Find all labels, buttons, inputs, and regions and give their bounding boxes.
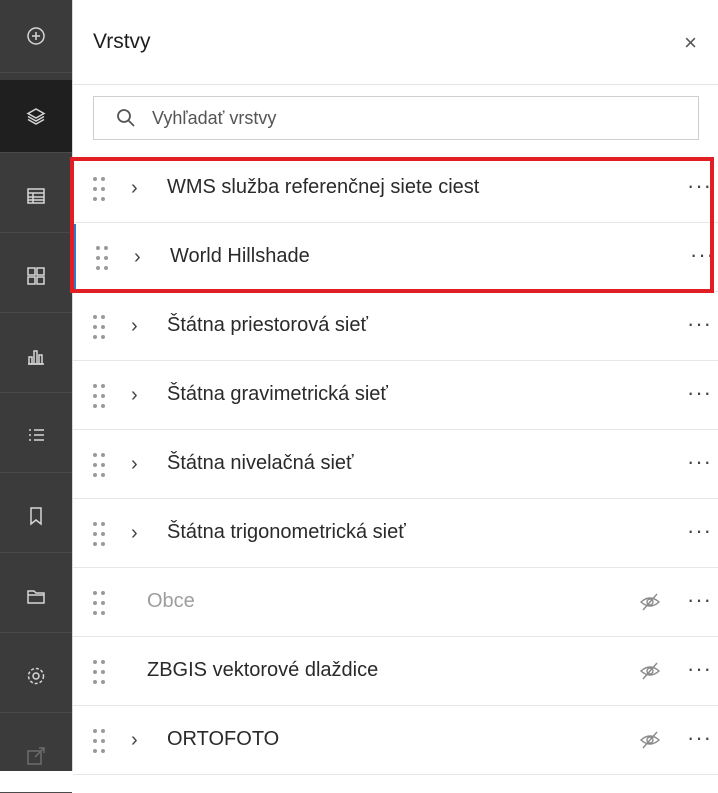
chevron-right-icon[interactable]: › (131, 453, 138, 476)
action-rail (0, 0, 72, 793)
settings-icon (27, 667, 45, 685)
layers-panel: Vrstvy × ›WMS služba referenčnej siete c… (72, 0, 718, 775)
layer-row[interactable]: Obce ··· (73, 569, 718, 637)
layer-name: Štátna nivelačná sieť (167, 452, 354, 474)
more-options-button[interactable]: ··· (687, 449, 712, 475)
share-icon (27, 747, 45, 765)
layer-name: Štátna trigonometrická sieť (167, 521, 406, 543)
drag-handle-icon[interactable] (93, 591, 105, 615)
layer-row[interactable]: › ORTOFOTO ··· (73, 707, 718, 775)
more-options-button[interactable]: ··· (687, 725, 712, 751)
search-icon (117, 109, 135, 127)
visibility-hidden-icon[interactable] (639, 591, 661, 613)
layer-row[interactable]: › Štátna gravimetrická sieť ··· (73, 362, 718, 430)
legend-icon (29, 429, 44, 441)
drag-handle-icon[interactable] (93, 729, 105, 753)
more-options-button[interactable]: ··· (687, 518, 712, 544)
highlight-box (70, 157, 714, 293)
layer-name: ORTOFOTO (167, 728, 280, 750)
visibility-hidden-icon[interactable] (639, 660, 661, 682)
drag-handle-icon[interactable] (93, 453, 105, 477)
rail-button-folder[interactable] (0, 560, 72, 633)
layer-name: Štátna gravimetrická sieť (167, 383, 388, 405)
layer-row[interactable]: › Štátna nivelačná sieť ··· (73, 431, 718, 499)
layer-row[interactable]: › Štátna priestorová sieť ··· (73, 293, 718, 361)
search-box[interactable] (93, 96, 699, 140)
table-icon (27, 188, 45, 204)
drag-handle-icon[interactable] (93, 522, 105, 546)
more-options-button[interactable]: ··· (687, 380, 712, 406)
layer-name: Štátna priestorová sieť (167, 314, 368, 336)
drag-handle-icon[interactable] (93, 384, 105, 408)
rail-button-share[interactable] (0, 720, 72, 793)
rail-button-basemap-gallery[interactable] (0, 240, 72, 313)
app-window: Vrstvy × ›WMS služba referenčnej siete c… (0, 0, 718, 793)
drag-handle-icon[interactable] (93, 660, 105, 684)
layer-row[interactable]: ZBGIS vektorové dlaždice ··· (73, 638, 718, 706)
layer-row[interactable]: › Štátna trigonometrická sieť ··· (73, 500, 718, 568)
chevron-right-icon[interactable]: › (131, 384, 138, 407)
bookmark-icon (30, 507, 42, 526)
chart-icon (28, 350, 44, 365)
layers-icon (26, 108, 46, 125)
rail-button-add[interactable] (0, 0, 72, 73)
chevron-right-icon[interactable]: › (131, 522, 138, 545)
more-options-button[interactable]: ··· (687, 587, 712, 613)
rail-button-chart[interactable] (0, 320, 72, 393)
close-button[interactable]: × (684, 30, 697, 56)
panel-header: Vrstvy × (73, 0, 718, 85)
add-icon (27, 27, 45, 45)
folder-icon (27, 590, 45, 604)
panel-title: Vrstvy (93, 30, 151, 53)
layer-name: ZBGIS vektorové dlaždice (147, 659, 379, 681)
basemap-gallery-icon (27, 267, 45, 285)
chevron-right-icon[interactable]: › (131, 315, 138, 338)
rail-button-legend[interactable] (0, 400, 72, 473)
more-options-button[interactable]: ··· (687, 656, 712, 682)
visibility-hidden-icon[interactable] (639, 729, 661, 751)
search-input[interactable] (150, 106, 654, 130)
chevron-right-icon[interactable]: › (131, 729, 138, 752)
rail-button-bookmark[interactable] (0, 480, 72, 553)
layer-name: Obce (147, 590, 195, 612)
rail-button-table[interactable] (0, 160, 72, 233)
more-options-button[interactable]: ··· (687, 311, 712, 337)
rail-button-settings[interactable] (0, 640, 72, 713)
drag-handle-icon[interactable] (93, 315, 105, 339)
rail-button-layers[interactable] (0, 80, 72, 153)
